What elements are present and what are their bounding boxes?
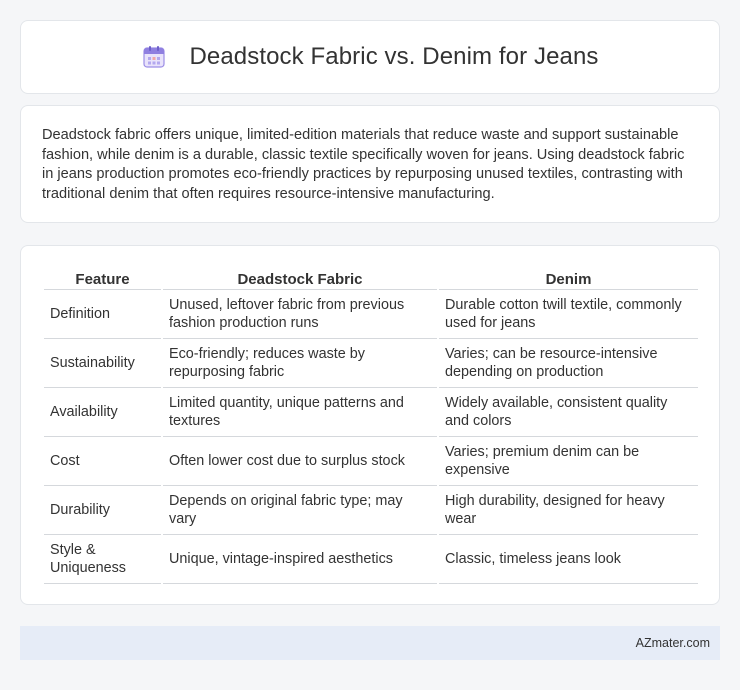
table-row: Availability Limited quantity, unique pa… [44, 388, 698, 437]
header-denim: Denim [439, 266, 698, 290]
intro-text: Deadstock fabric offers unique, limited-… [42, 127, 685, 202]
header-feature: Feature [44, 266, 161, 290]
footer-site-link[interactable]: AZmater.com [636, 636, 710, 650]
cell-deadstock: Unused, leftover fabric from previous fa… [163, 290, 437, 339]
cell-denim: Classic, timeless jeans look [439, 535, 698, 584]
cell-deadstock: Eco-friendly; reduces waste by repurposi… [163, 339, 437, 388]
cell-denim: Durable cotton twill textile, commonly u… [439, 290, 698, 339]
table-row: Cost Often lower cost due to surplus sto… [44, 437, 698, 486]
table-row: Style & Uniqueness Unique, vintage-inspi… [44, 535, 698, 584]
cell-denim: Widely available, consistent quality and… [439, 388, 698, 437]
cell-deadstock: Often lower cost due to surplus stock [163, 437, 437, 486]
cell-feature: Cost [44, 437, 161, 486]
title-card: Deadstock Fabric vs. Denim for Jeans [20, 20, 720, 94]
cell-denim: High durability, designed for heavy wear [439, 486, 698, 535]
cell-deadstock: Unique, vintage-inspired aesthetics [163, 535, 437, 584]
cell-feature: Availability [44, 388, 161, 437]
cell-denim: Varies; can be resource-intensive depend… [439, 339, 698, 388]
table-card: Feature Deadstock Fabric Denim Definitio… [20, 245, 720, 605]
header-deadstock: Deadstock Fabric [163, 266, 437, 290]
cell-feature: Sustainability [44, 339, 161, 388]
table-row: Sustainability Eco-friendly; reduces was… [44, 339, 698, 388]
footer: AZmater.com [20, 626, 720, 660]
table-header-row: Feature Deadstock Fabric Denim [44, 266, 698, 290]
comparison-table: Feature Deadstock Fabric Denim Definitio… [42, 266, 700, 584]
cell-feature: Durability [44, 486, 161, 535]
cell-feature: Style & Uniqueness [44, 535, 161, 584]
table-row: Definition Unused, leftover fabric from … [44, 290, 698, 339]
table-row: Durability Depends on original fabric ty… [44, 486, 698, 535]
page-title: Deadstock Fabric vs. Denim for Jeans [189, 43, 599, 70]
intro-card: Deadstock fabric offers unique, limited-… [20, 105, 720, 223]
calendar-icon [141, 44, 167, 70]
cell-denim: Varies; premium denim can be expensive [439, 437, 698, 486]
cell-deadstock: Depends on original fabric type; may var… [163, 486, 437, 535]
cell-deadstock: Limited quantity, unique patterns and te… [163, 388, 437, 437]
cell-feature: Definition [44, 290, 161, 339]
